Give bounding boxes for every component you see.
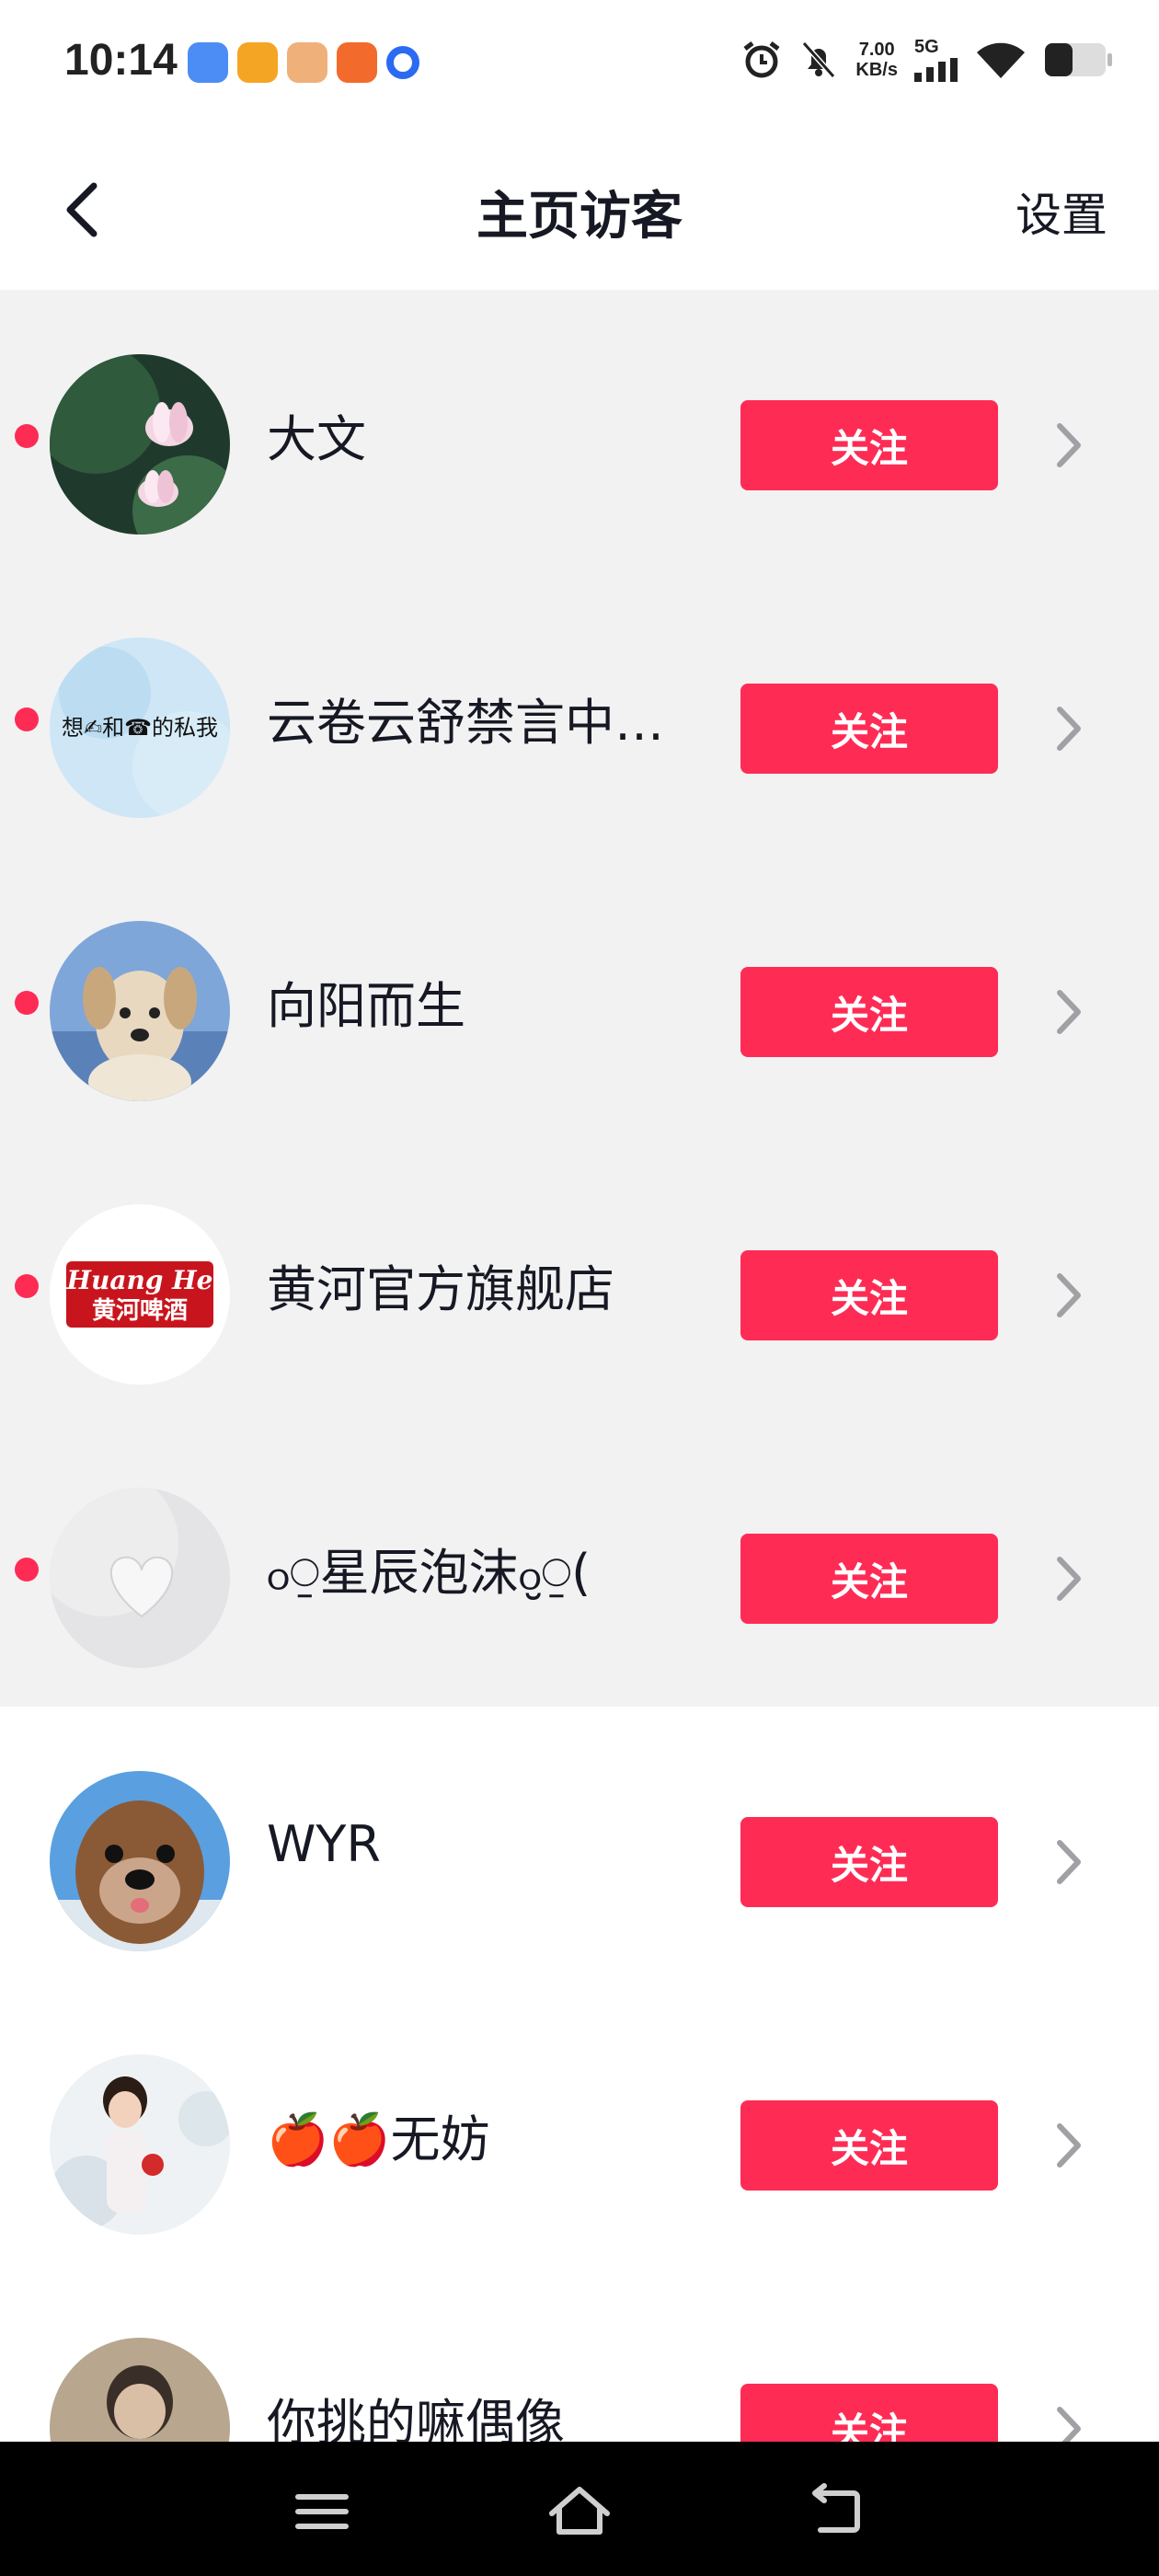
system-nav-bar	[0, 2442, 1159, 2576]
alarm-icon	[743, 40, 780, 77]
visitor-name[interactable]: 黄河官方旗舰店	[267, 1248, 614, 1321]
avatar[interactable]	[50, 354, 230, 535]
follow-button[interactable]: 关注	[740, 1250, 998, 1340]
network-speed-unit: KB/s	[855, 59, 898, 80]
avatar[interactable]	[50, 1771, 230, 1951]
app-notification-icon	[386, 46, 419, 79]
visitor-name[interactable]: ჿ⍜星辰泡沫ჿ̮⍜(	[267, 1532, 591, 1604]
watercolor-avatar-image: 想✍和☎的私我	[50, 638, 230, 818]
visitor-name[interactable]: 大文	[267, 398, 366, 471]
app-notification-icon	[337, 42, 377, 83]
avatar-caption: 想✍和☎的私我	[62, 715, 218, 741]
follow-button[interactable]: 关注	[740, 967, 998, 1057]
logo-text: Huang He	[66, 1265, 213, 1295]
chevron-right-icon[interactable]	[1049, 1830, 1089, 1894]
visitor-row[interactable]: 想✍和☎的私我 云卷云舒禁言中… 关注	[0, 573, 1159, 857]
puppy-avatar-image	[50, 921, 230, 1101]
battery-icon	[1045, 42, 1112, 76]
status-time: 10:14	[64, 36, 178, 85]
network-type: 5G	[914, 37, 939, 57]
mute-bell-icon	[802, 40, 836, 78]
otter-avatar-image	[50, 1771, 230, 1951]
unread-dot	[15, 424, 39, 448]
chevron-right-icon[interactable]	[1049, 413, 1089, 477]
chevron-right-icon[interactable]	[1049, 2113, 1089, 2178]
follow-button[interactable]: 关注	[740, 2100, 998, 2191]
chevron-right-icon[interactable]	[1049, 1263, 1089, 1328]
network-speed: 7.00 KB/s	[855, 40, 898, 80]
follow-button[interactable]: 关注	[740, 400, 998, 490]
huanghe-logo-avatar: Huang He 黄河啤酒	[50, 1204, 230, 1385]
visitor-row[interactable]: 大文 关注	[0, 290, 1159, 573]
visitor-row[interactable]: ჿ⍜星辰泡沫ჿ̮⍜( 关注	[0, 1423, 1159, 1707]
status-indicators: 7.00 KB/s 5G	[741, 37, 1113, 82]
visitor-name[interactable]: 🍎🍎无妨	[267, 2099, 489, 2171]
avatar[interactable]: Huang He 黄河啤酒	[50, 1204, 230, 1385]
unread-dot	[15, 707, 39, 731]
network-speed-value: 7.00	[858, 39, 895, 60]
lotus-avatar-image	[50, 354, 230, 535]
visitor-row[interactable]: 🍎🍎无妨 关注	[0, 1990, 1159, 2273]
follow-button[interactable]: 关注	[740, 684, 998, 774]
follow-button[interactable]: 关注	[740, 1817, 998, 1907]
avatar[interactable]	[50, 921, 230, 1101]
app-notification-icon	[237, 42, 278, 83]
avatar[interactable]: 想✍和☎的私我	[50, 638, 230, 818]
chevron-right-icon[interactable]	[1049, 1547, 1089, 1611]
settings-button[interactable]: 设置	[1016, 178, 1107, 245]
page-title: 主页访客	[476, 187, 683, 247]
header: 主页访客 设置	[0, 129, 1159, 290]
chevron-right-icon[interactable]	[1049, 696, 1089, 761]
unread-dot	[15, 1274, 39, 1298]
logo-subtext: 黄河啤酒	[92, 1297, 188, 1325]
app-notification-icon	[287, 42, 327, 83]
heart-avatar-image	[50, 1488, 230, 1668]
visitor-row[interactable]: 向阳而生 关注	[0, 857, 1159, 1140]
unread-dot	[15, 1558, 39, 1581]
signal-icon	[914, 58, 958, 82]
status-bar: 10:14 7.00 KB/s 5G	[0, 0, 1159, 129]
visitor-name[interactable]: WYR	[267, 1815, 381, 1873]
girl-avatar-image	[50, 2054, 230, 2235]
unread-dot	[15, 991, 39, 1015]
visitor-name[interactable]: 向阳而生	[267, 965, 465, 1038]
visitor-row[interactable]: Huang He 黄河啤酒 黄河官方旗舰店 关注	[0, 1140, 1159, 1423]
avatar[interactable]	[50, 1488, 230, 1668]
home-icon[interactable]	[543, 2475, 616, 2548]
follow-button[interactable]: 关注	[740, 1534, 998, 1624]
visitor-list: 大文 关注 想✍和☎的私我 云卷云舒禁言中… 关注 向阳而生 关注 Huang …	[0, 290, 1159, 2557]
avatar[interactable]	[50, 2054, 230, 2235]
visitor-row[interactable]: WYR 关注	[0, 1707, 1159, 1990]
wifi-icon	[977, 42, 1025, 78]
app-notification-icon	[188, 42, 228, 83]
chevron-right-icon[interactable]	[1049, 980, 1089, 1044]
status-app-icons	[188, 42, 419, 83]
visitor-name[interactable]: 云卷云舒禁言中…	[267, 682, 664, 754]
menu-icon[interactable]	[285, 2475, 359, 2548]
back-nav-icon[interactable]	[800, 2475, 874, 2548]
